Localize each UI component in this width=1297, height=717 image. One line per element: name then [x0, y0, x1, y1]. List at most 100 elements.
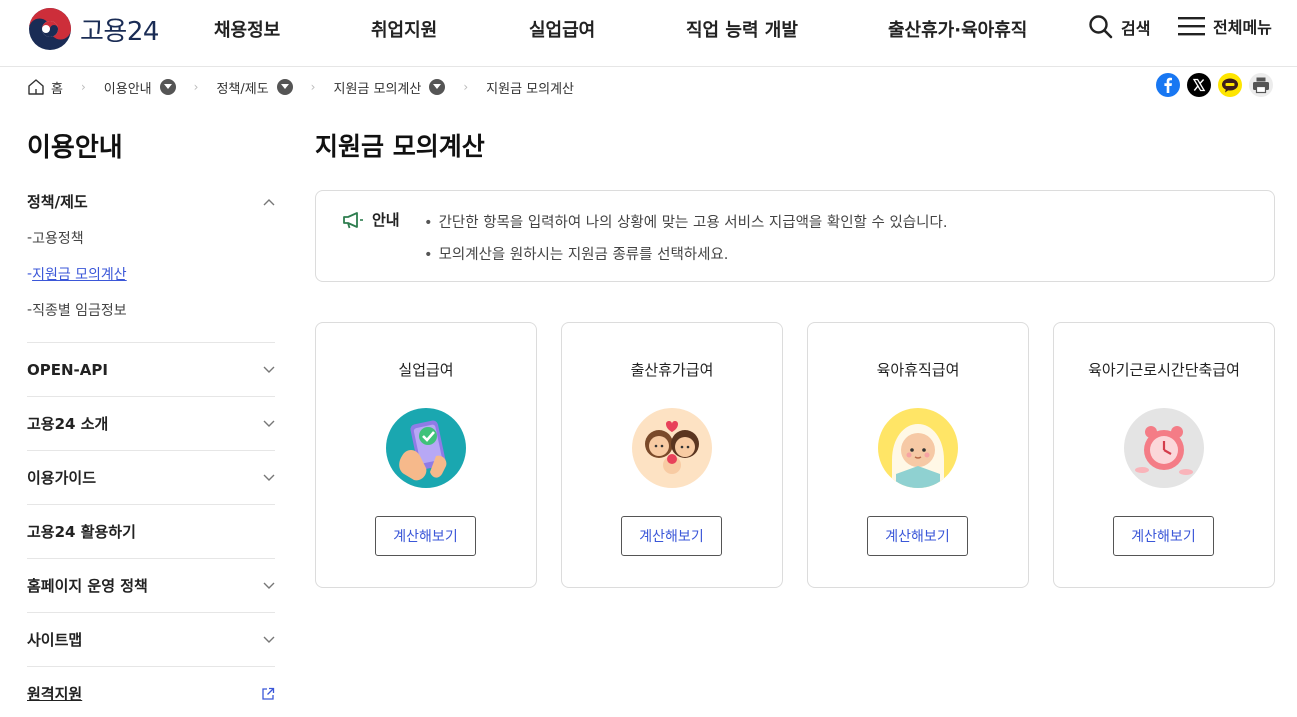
all-menu-button[interactable]: 전체메뉴: [1178, 14, 1272, 38]
sidebar-item-utilize[interactable]: 고용24 활용하기: [27, 505, 275, 558]
sidebar-item-label: 사이트맵: [27, 631, 83, 649]
chevron-right-icon: ›: [193, 80, 199, 94]
calculate-button[interactable]: 계산해보기: [867, 516, 968, 556]
card-title: 육아기근로시간단축급여: [1088, 361, 1240, 379]
sidebar-subitem-subsidy-calculator[interactable]: - 지원금 모의계산: [27, 256, 275, 292]
search-button[interactable]: 검색: [1088, 14, 1150, 39]
facebook-share-button[interactable]: [1156, 73, 1180, 97]
home-icon: [28, 79, 44, 95]
sidebar-subitem-label: 지원금 모의계산: [32, 267, 127, 283]
sidebar-item-remote-support[interactable]: 원격지원: [27, 667, 275, 717]
hamburger-menu-icon: [1178, 17, 1205, 36]
site-logo[interactable]: 고용24: [28, 8, 159, 50]
caret-down-icon: [276, 79, 293, 95]
sidebar-item-label: 홈페이지 운영 정책: [27, 577, 148, 595]
breadcrumb-home-label: 홈: [51, 81, 63, 97]
card-title: 출산휴가급여: [630, 361, 714, 379]
breadcrumb-item-guide[interactable]: 이용안내: [104, 78, 176, 97]
sidebar-item-label: 이용가이드: [27, 469, 97, 487]
sidebar-group-about: 고용24 소개: [27, 397, 275, 451]
nav-item-employment-support[interactable]: 취업지원: [371, 16, 437, 42]
sidebar-item-about[interactable]: 고용24 소개: [27, 397, 275, 450]
x-icon: [1192, 78, 1206, 92]
x-share-button[interactable]: [1187, 73, 1211, 97]
calculate-button[interactable]: 계산해보기: [375, 516, 476, 556]
sidebar-menu: 정책/제도 - 고용정책 - 지원금 모의계산 - 직종별 임금정보 OPEN-API…: [27, 180, 275, 717]
sidebar-subitem-label: 직종별 임금정보: [32, 303, 127, 319]
megaphone-icon: [343, 211, 363, 228]
card-reduced-hours-benefit: 육아기근로시간단축급여 계산해보기: [1053, 322, 1275, 588]
site-header: 고용24 채용정보 취업지원 실업급여 직업 능력 개발 출산휴가·육아휴직 검…: [0, 0, 1297, 67]
nav-item-unemployment-benefit[interactable]: 실업급여: [529, 16, 595, 42]
breadcrumb-label: 이용안내: [103, 81, 152, 97]
kakaotalk-icon: [1222, 78, 1238, 93]
chevron-right-icon: ›: [310, 80, 316, 94]
sidebar-item-label: 원격지원: [27, 685, 83, 703]
logo-text: 고용24: [80, 16, 159, 47]
share-toolbar: [1156, 73, 1273, 97]
notice-box: 안내 간단한 항목을 입력하여 나의 상황에 맞는 고용 서비스 지급액을 확인…: [315, 190, 1275, 282]
sidebar-group-remote-support: 원격지원: [27, 667, 275, 717]
breadcrumb-current: 지원금 모의계산: [486, 81, 575, 97]
chevron-down-icon: [263, 636, 275, 643]
sidebar-subitem-label: 고용정책: [32, 231, 84, 247]
sidebar-item-openapi[interactable]: OPEN-API: [27, 343, 275, 396]
chevron-down-icon: [263, 582, 275, 589]
chevron-right-icon: ›: [80, 80, 86, 94]
all-menu-label: 전체메뉴: [1213, 18, 1272, 37]
card-parental-leave-benefit: 육아휴직급여 계산해보기: [807, 322, 1029, 588]
nav-item-skills-development[interactable]: 직업 능력 개발: [686, 16, 798, 42]
chevron-down-icon: [263, 474, 275, 481]
sidebar-group-utilize: 고용24 활용하기: [27, 505, 275, 559]
sidebar-group-policy: 정책/제도 - 고용정책 - 지원금 모의계산 - 직종별 임금정보: [27, 180, 275, 343]
breadcrumb-label: 지원금 모의계산: [333, 81, 422, 97]
sidebar-subitem-employment-policy[interactable]: - 고용정책: [27, 220, 275, 256]
sidebar-item-label: 고용24 소개: [27, 415, 109, 433]
alarm-clock-icon: [1124, 408, 1204, 488]
sidebar-item-guide[interactable]: 이용가이드: [27, 451, 275, 504]
breadcrumb: 홈 › 이용안내 › 정책/제도 › 지원금 모의계산 › 지원금 모의계산: [27, 76, 574, 98]
page-title: 지원금 모의계산: [315, 132, 485, 161]
sidebar-title: 이용안내: [27, 133, 123, 163]
notice-label-text: 안내: [372, 211, 400, 229]
sidebar-item-label: 고용24 활용하기: [27, 523, 136, 541]
breadcrumb-item-policy[interactable]: 정책/제도: [216, 78, 293, 97]
caret-down-icon: [159, 79, 176, 95]
print-button[interactable]: [1249, 73, 1273, 97]
taegeuk-logo-icon: [29, 8, 71, 50]
caret-down-icon: [429, 79, 446, 95]
breadcrumb-item-calculator[interactable]: 지원금 모의계산: [333, 78, 446, 97]
sidebar-item-site-policy[interactable]: 홈페이지 운영 정책: [27, 559, 275, 612]
search-label: 검색: [1121, 18, 1151, 38]
sidebar-subitem-wage-info[interactable]: - 직종별 임금정보: [27, 292, 275, 328]
breadcrumb-label: 정책/제도: [216, 81, 269, 97]
nav-item-jobs[interactable]: 채용정보: [214, 16, 280, 42]
notice-label: 안내: [342, 209, 400, 230]
print-icon: [1253, 77, 1269, 94]
phone-check-icon: [386, 408, 466, 488]
nav-item-maternity-parental-leave[interactable]: 출산휴가·육아휴직: [888, 16, 1027, 42]
sidebar-group-openapi: OPEN-API: [27, 343, 275, 397]
external-link-icon: [262, 687, 275, 700]
sidebar-group-guide: 이용가이드: [27, 451, 275, 505]
card-title: 육아휴직급여: [876, 361, 960, 379]
chevron-up-icon: [263, 198, 275, 205]
search-icon: [1089, 15, 1113, 39]
chevron-down-icon: [263, 420, 275, 427]
baby-icon: [878, 408, 958, 488]
card-title: 실업급여: [398, 361, 454, 379]
sidebar-item-label: 정책/제도: [27, 193, 88, 211]
sidebar-group-site-policy: 홈페이지 운영 정책: [27, 559, 275, 613]
facebook-icon: [1164, 77, 1172, 93]
sidebar-submenu-policy: - 고용정책 - 지원금 모의계산 - 직종별 임금정보: [27, 220, 275, 342]
sidebar-item-label: OPEN-API: [27, 360, 108, 379]
calculate-button[interactable]: 계산해보기: [621, 516, 722, 556]
notice-line: 간단한 항목을 입력하여 나의 상황에 맞는 고용 서비스 지급액을 확인할 수…: [424, 211, 948, 232]
calculate-button[interactable]: 계산해보기: [1113, 516, 1214, 556]
sidebar-item-policy[interactable]: 정책/제도: [27, 180, 275, 223]
breadcrumb-home[interactable]: 홈: [27, 78, 63, 97]
chevron-down-icon: [263, 366, 275, 373]
kakaotalk-share-button[interactable]: [1218, 73, 1242, 97]
sidebar-item-sitemap[interactable]: 사이트맵: [27, 613, 275, 666]
family-icon: [632, 408, 712, 488]
